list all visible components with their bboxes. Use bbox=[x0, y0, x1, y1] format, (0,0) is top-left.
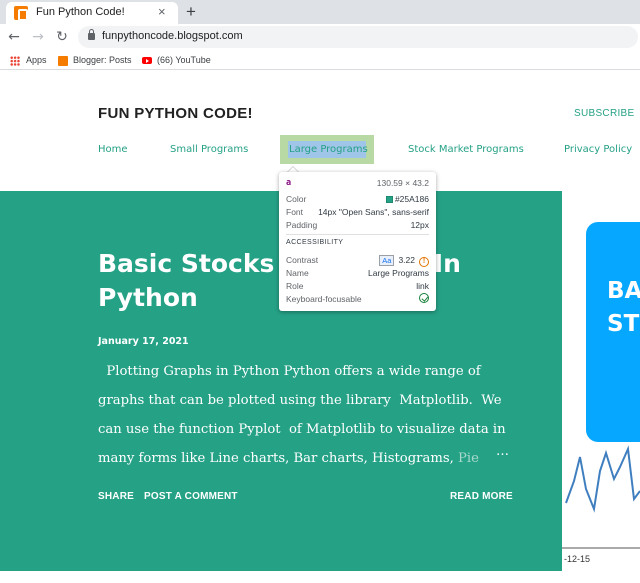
tooltip-value bbox=[419, 293, 429, 306]
warning-icon: ! bbox=[419, 257, 429, 267]
browser-toolbar: ← → ↻ funpythoncode.blogspot.com bbox=[0, 24, 640, 50]
youtube-icon bbox=[142, 57, 152, 65]
blogger-icon bbox=[58, 55, 68, 66]
tooltip-section-accessibility: ACCESSIBILITY bbox=[286, 239, 344, 246]
thumbnail-text-line: STO bbox=[607, 311, 640, 337]
tooltip-row-role: Role link bbox=[286, 280, 429, 292]
bookmark-youtube[interactable]: (66) YouTube bbox=[142, 53, 211, 67]
contrast-badge: Aa bbox=[379, 255, 395, 266]
tooltip-label: Contrast bbox=[286, 255, 319, 265]
tab-title: Fun Python Code! bbox=[36, 6, 125, 18]
tooltip-row-name: Name Large Programs bbox=[286, 267, 429, 279]
check-circle-icon bbox=[419, 293, 429, 303]
bookmark-apps[interactable]: Apps bbox=[10, 53, 47, 67]
blogger-favicon-icon bbox=[14, 6, 28, 21]
tooltip-label: Keyboard-focusable bbox=[286, 294, 362, 304]
tooltip-value: Large Programs bbox=[368, 268, 429, 278]
contrast-value: 3.22 bbox=[398, 255, 415, 265]
nav-privacy-policy[interactable]: Privacy Policy bbox=[564, 144, 632, 155]
tooltip-label: Role bbox=[286, 281, 304, 291]
forward-arrow-icon[interactable]: → bbox=[30, 29, 46, 45]
nav-stock-market-programs[interactable]: Stock Market Programs bbox=[408, 144, 524, 155]
post-title-part: Python bbox=[98, 283, 198, 312]
bookmark-label: (66) YouTube bbox=[157, 55, 211, 65]
tooltip-divider bbox=[286, 234, 429, 235]
tooltip-label: Color bbox=[286, 194, 307, 204]
apps-grid-icon bbox=[10, 55, 20, 66]
thumbnail-chart-line bbox=[565, 445, 640, 513]
back-arrow-icon[interactable]: ← bbox=[6, 29, 22, 45]
new-tab-button[interactable]: + bbox=[186, 2, 196, 22]
tooltip-row-contrast: Contrast Aa 3.22! bbox=[286, 254, 429, 267]
tooltip-value: Aa 3.22! bbox=[379, 254, 429, 267]
reload-icon[interactable]: ↻ bbox=[54, 29, 70, 45]
address-bar[interactable]: funpythoncode.blogspot.com bbox=[78, 26, 638, 48]
site-title[interactable]: FUN PYTHON CODE! bbox=[98, 105, 253, 122]
read-more-link[interactable]: READ MORE bbox=[450, 491, 513, 502]
color-value: #25A186 bbox=[394, 194, 429, 204]
thumbnail-text: BA STO bbox=[607, 275, 640, 341]
tooltip-value: 14px "Open Sans", sans-serif bbox=[318, 207, 429, 217]
tooltip-label: Name bbox=[286, 268, 309, 278]
tooltip-value: 12px bbox=[410, 220, 429, 230]
tooltip-dimensions: 130.59 × 43.2 bbox=[376, 178, 429, 188]
snippet-fade-text: Pie bbox=[458, 451, 479, 466]
thumbnail-axis-label: -12-15 bbox=[564, 554, 591, 564]
inspect-tooltip: a 130.59 × 43.2 Color #25A186 Font 14px … bbox=[279, 172, 436, 311]
tooltip-row-color: Color #25A186 bbox=[286, 193, 429, 205]
lock-icon[interactable] bbox=[88, 29, 95, 40]
bookmark-label: Blogger: Posts bbox=[73, 55, 132, 65]
url-text[interactable]: funpythoncode.blogspot.com bbox=[102, 30, 243, 42]
post-thumbnail[interactable]: BA STO -12-15 bbox=[562, 191, 640, 571]
tooltip-tag: a bbox=[286, 178, 292, 188]
color-swatch-icon bbox=[385, 196, 393, 203]
tooltip-value: link bbox=[416, 281, 429, 291]
subscribe-button[interactable]: SUBSCRIBE bbox=[574, 108, 635, 119]
post-snippet: Plotting Graphs in Python Python offers … bbox=[98, 357, 518, 473]
nav-home[interactable]: Home bbox=[98, 144, 128, 155]
post-date[interactable]: January 17, 2021 bbox=[98, 336, 189, 347]
bookmark-blogger-posts[interactable]: Blogger: Posts bbox=[58, 53, 132, 67]
tab-strip: Fun Python Code! × + bbox=[0, 0, 640, 24]
tooltip-row-keyboard: Keyboard-focusable bbox=[286, 293, 429, 305]
nav-small-programs[interactable]: Small Programs bbox=[170, 144, 248, 155]
post-title-part: Basic Stocks G bbox=[98, 249, 304, 278]
bookmarks-bar: Apps Blogger: Posts (66) YouTube bbox=[0, 50, 640, 70]
snippet-text: Plotting Graphs in Python Python offers … bbox=[98, 364, 510, 466]
browser-tab[interactable]: Fun Python Code! × bbox=[6, 2, 178, 24]
tab-close-icon[interactable]: × bbox=[158, 5, 166, 19]
thumbnail-line-chart bbox=[562, 445, 640, 549]
post-comment-button[interactable]: POST A COMMENT bbox=[144, 491, 238, 502]
tooltip-label: Font bbox=[286, 207, 304, 217]
nav-large-programs[interactable]: Large Programs bbox=[289, 144, 368, 155]
thumbnail-text-line: BA bbox=[607, 278, 640, 304]
tooltip-label: Padding bbox=[286, 220, 318, 230]
snippet-ellipsis: … bbox=[496, 444, 509, 459]
page-bottom bbox=[0, 571, 640, 583]
tooltip-row-font: Font 14px "Open Sans", sans-serif bbox=[286, 206, 429, 218]
tooltip-row-padding: Padding 12px bbox=[286, 219, 429, 231]
share-button[interactable]: SHARE bbox=[98, 491, 134, 502]
tooltip-value: #25A186 bbox=[385, 193, 429, 205]
bookmark-label: Apps bbox=[26, 55, 47, 65]
